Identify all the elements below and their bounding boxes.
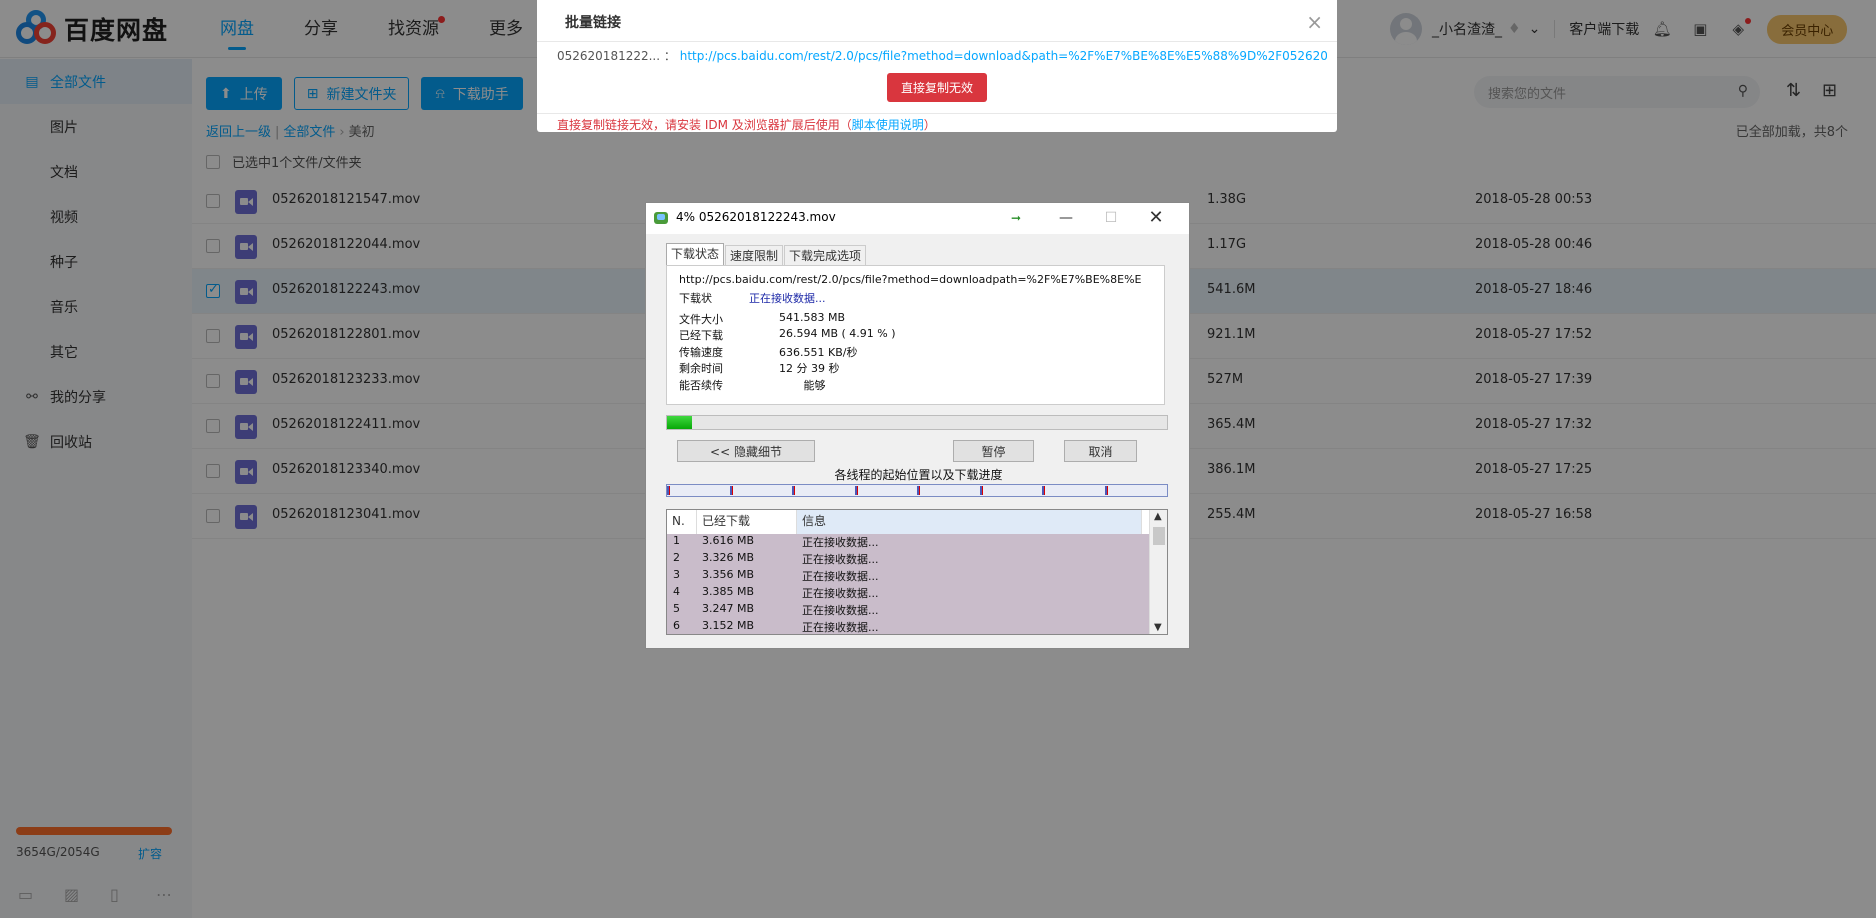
- thread-progress-caption: 各线程的起始位置以及下载进度: [834, 468, 1003, 482]
- thread-number: 5: [673, 602, 680, 615]
- minimize-icon[interactable]: —: [1051, 205, 1081, 231]
- column-header-downloaded[interactable]: 已经下载: [697, 510, 797, 534]
- row-label: 文件大小: [679, 313, 723, 326]
- thread-number: 2: [673, 551, 680, 564]
- script-help-link[interactable]: 脚本使用说明: [852, 118, 924, 132]
- thread-marker: [980, 486, 983, 495]
- tab-download-status[interactable]: 下载状态: [666, 243, 725, 266]
- row-value: 12 分 39 秒: [779, 362, 840, 375]
- download-link[interactable]: http://pcs.baidu.com/rest/2.0/pcs/file?m…: [680, 49, 1327, 63]
- row-value: 26.594 MB ( 4.91 % ): [779, 327, 896, 340]
- close-icon[interactable]: ×: [1306, 10, 1323, 34]
- idm-app-icon: [654, 212, 668, 224]
- table-body: 1 3.616 MB 正在接收数据... 2 3.326 MB 正在接收数据... 3 3.3…: [667, 534, 1149, 634]
- table-row[interactable]: 2 3.326 MB 正在接收数据...: [667, 551, 1149, 568]
- thread-marker: [1042, 486, 1045, 495]
- table-row[interactable]: 1 3.616 MB 正在接收数据...: [667, 534, 1149, 551]
- scrollbar-thumb[interactable]: [1153, 527, 1165, 545]
- tab-completion-options[interactable]: 下载完成选项: [784, 245, 867, 266]
- thread-number: 4: [673, 585, 680, 598]
- thread-marker: [1105, 486, 1108, 495]
- scroll-down-icon[interactable]: ▼: [1154, 622, 1162, 633]
- table-header: N. 已经下载 信息: [667, 510, 1167, 534]
- cancel-button[interactable]: 取消: [1064, 440, 1137, 462]
- footer-end: ）: [923, 118, 936, 132]
- row-label: 传输速度: [679, 346, 723, 359]
- status-label: 下载状: [679, 292, 712, 305]
- file-size-row: 文件大小 541.583 MB: [679, 311, 845, 327]
- copy-link-button[interactable]: 直接复制无效: [887, 73, 987, 102]
- hide-details-button[interactable]: << 隐藏细节: [677, 440, 815, 462]
- download-url: http://pcs.baidu.com/rest/2.0/pcs/file?m…: [679, 273, 1142, 286]
- batch-link-dialog: 批量链接 × 052620181222... ： http://pcs.baid…: [537, 0, 1337, 132]
- thread-downloaded: 3.152 MB: [702, 619, 755, 632]
- thread-marker: [730, 486, 733, 495]
- maximize-icon[interactable]: ☐: [1096, 205, 1126, 231]
- idm-tabs: 下载状态 速度限制 下载完成选项: [666, 243, 867, 266]
- batch-link-line: 052620181222... ： http://pcs.baidu.com/r…: [557, 47, 1327, 64]
- thread-number: 1: [673, 534, 680, 547]
- thread-downloaded: 3.247 MB: [702, 602, 755, 615]
- row-label: 能否续传: [679, 379, 723, 392]
- download-status-panel: http://pcs.baidu.com/rest/2.0/pcs/file?m…: [666, 265, 1165, 405]
- window-title: 4% 05262018122243.mov: [676, 210, 836, 224]
- thread-downloaded: 3.616 MB: [702, 534, 755, 547]
- window-titlebar[interactable]: 4% 05262018122243.mov ➞ — ☐ ✕: [646, 203, 1189, 234]
- thread-info: 正在接收数据...: [802, 536, 879, 549]
- batch-footer: 直接复制链接无效，请安装 IDM 及浏览器扩展后使用（脚本使用说明）: [537, 113, 1337, 135]
- thread-marker: [855, 486, 858, 495]
- transfer-speed-row: 传输速度 636.551 KB/秒: [679, 344, 857, 360]
- table-row[interactable]: 3 3.356 MB 正在接收数据...: [667, 568, 1149, 585]
- resume-capability-row: 能否续传 能够: [679, 377, 825, 393]
- row-value: 541.583 MB: [779, 311, 846, 324]
- thread-info: 正在接收数据...: [802, 553, 879, 566]
- row-value: 636.551 KB/秒: [779, 346, 858, 359]
- thread-info: 正在接收数据...: [802, 621, 879, 634]
- thread-info: 正在接收数据...: [802, 570, 879, 583]
- thread-table: N. 已经下载 信息 1 3.616 MB 正在接收数据... 2 3.326 MB 正在…: [666, 509, 1168, 635]
- thread-info: 正在接收数据...: [802, 587, 879, 600]
- thread-marker: [667, 486, 670, 495]
- batch-filename: 052620181222... ：: [557, 49, 676, 63]
- thread-downloaded: 3.385 MB: [702, 585, 755, 598]
- time-left-row: 剩余时间 12 分 39 秒: [679, 360, 839, 376]
- pause-button[interactable]: 暂停: [953, 440, 1034, 462]
- progress-fill: [667, 416, 692, 429]
- table-row[interactable]: 5 3.247 MB 正在接收数据...: [667, 602, 1149, 619]
- column-header-info[interactable]: 信息: [797, 510, 1142, 534]
- row-label: 已经下载: [679, 329, 723, 342]
- thread-info: 正在接收数据...: [802, 604, 879, 617]
- footer-warning: 直接复制链接无效，请安装 IDM 及浏览器扩展后使用（: [557, 118, 852, 132]
- table-row[interactable]: 4 3.385 MB 正在接收数据...: [667, 585, 1149, 602]
- download-progress-bar: [666, 415, 1168, 430]
- scroll-up-icon[interactable]: ▲: [1154, 511, 1162, 522]
- thread-number: 3: [673, 568, 680, 581]
- thread-downloaded: 3.356 MB: [702, 568, 755, 581]
- downloaded-row: 已经下载 26.594 MB ( 4.91 % ): [679, 327, 896, 343]
- arrow-right-icon: ➞: [1011, 211, 1022, 225]
- status-value: 正在接收数据...: [749, 292, 826, 305]
- thread-marker: [917, 486, 920, 495]
- status-row: 下载状 正在接收数据...: [679, 290, 826, 306]
- table-scrollbar[interactable]: ▲ ▼: [1149, 510, 1167, 634]
- column-header-n[interactable]: N.: [667, 510, 697, 534]
- dialog-title: 批量链接: [565, 15, 621, 31]
- table-row[interactable]: 6 3.152 MB 正在接收数据...: [667, 619, 1149, 634]
- thread-progress-bar: [666, 484, 1168, 497]
- thread-number: 6: [673, 619, 680, 632]
- close-icon[interactable]: ✕: [1141, 205, 1171, 231]
- row-label: 剩余时间: [679, 362, 723, 375]
- thread-marker: [792, 486, 795, 495]
- tab-speed-limit[interactable]: 速度限制: [725, 245, 784, 266]
- thread-downloaded: 3.326 MB: [702, 551, 755, 564]
- dialog-header: 批量链接 ×: [537, 0, 1337, 42]
- row-value: 能够: [779, 379, 826, 392]
- idm-download-window: 4% 05262018122243.mov ➞ — ☐ ✕ 下载状态 速度限制 …: [645, 202, 1190, 649]
